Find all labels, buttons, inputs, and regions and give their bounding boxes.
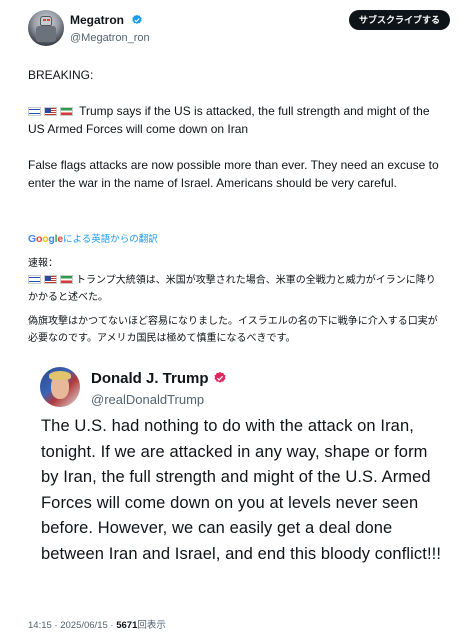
translation-label: による英語からの翻訳: [62, 234, 158, 245]
embedded-author-name: Donald J. Trump: [91, 370, 227, 387]
embedded-author-avatar: [40, 367, 80, 407]
post-timestamp[interactable]: 14:15 · 2025/06/15 ·: [28, 620, 116, 631]
robot-body-shape: [36, 26, 56, 42]
post-paragraph-1: Trump says if the US is attacked, the fu…: [28, 102, 440, 138]
us-flag-icon: [44, 275, 57, 284]
israel-flag-icon: [28, 275, 41, 284]
translated-paragraph-2: 偽旗攻撃はかつてないほど容易になりました。イスラエルの名の下に戦争に介入する口実…: [28, 316, 438, 344]
embedded-author-handle: @realDonaldTrump: [91, 392, 205, 407]
translation-link[interactable]: Googleによる英語からの翻訳: [28, 231, 158, 245]
translated-text: 速報： トランプ大統領は、米国が攻撃された場合、米軍の全戦力と威力がイランに降り…: [28, 255, 442, 354]
robot-eye-icon: [43, 19, 46, 21]
post-metadata: 14:15 · 2025/06/15 · 5671回表示: [28, 617, 166, 631]
author-avatar[interactable]: [28, 10, 64, 46]
verified-badge-icon: [132, 14, 143, 24]
iran-flag-icon: [60, 107, 73, 116]
robot-eye-icon: [47, 19, 50, 21]
views-count: 5671: [116, 620, 138, 631]
israel-flag-icon: [28, 107, 41, 116]
google-logo: Google: [28, 233, 63, 245]
embedded-display-name: Donald J. Trump: [91, 370, 209, 387]
translated-paragraph-1: トランプ大統領は、米国が攻撃された場合、米軍の全戦力と威力がイランに降りかかると…: [28, 272, 442, 306]
hair-shape: [49, 371, 71, 380]
post-line-1: Trump says if the US is attacked, the fu…: [28, 104, 430, 136]
post-body: BREAKING: Trump says if the US is attack…: [28, 66, 440, 210]
robot-avatar-icon: [40, 16, 52, 26]
embedded-post-image[interactable]: Donald J. Trump @realDonaldTrump The U.S…: [25, 350, 445, 598]
author-info: Megatron @Megatron_ron: [70, 11, 150, 44]
post-header: Megatron @Megatron_ron サブスクライブする: [18, 10, 452, 46]
embedded-verified-badge-icon: [213, 371, 226, 383]
iran-flag-icon: [60, 275, 73, 284]
author-display-name[interactable]: Megatron: [70, 13, 124, 27]
us-flag-icon: [44, 107, 57, 116]
post-paragraph-2: False flags attacks are now possible mor…: [28, 158, 439, 190]
author-handle[interactable]: @Megatron_ron: [70, 32, 150, 44]
embedded-post-text: The U.S. had nothing to do with the atta…: [41, 417, 442, 563]
translated-heading: 速報：: [28, 258, 58, 269]
subscribe-button[interactable]: サブスクライブする: [348, 10, 450, 30]
post-container: Megatron @Megatron_ron サブスクライブする BREAKIN…: [0, 0, 470, 639]
views-label: 回表示: [137, 620, 166, 631]
translated-line-1: トランプ大統領は、米国が攻撃された場合、米軍の全戦力と威力がイランに降りかかると…: [28, 275, 436, 303]
breaking-label: BREAKING:: [28, 68, 94, 82]
